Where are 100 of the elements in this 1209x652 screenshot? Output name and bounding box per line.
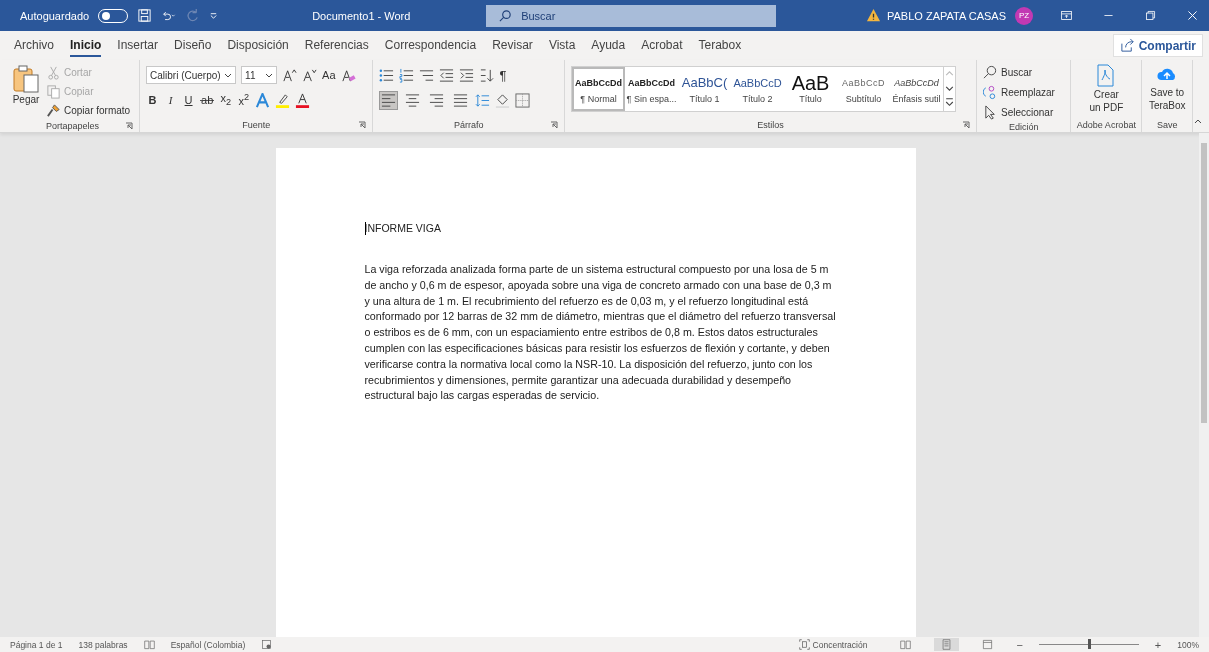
menu-tab[interactable]: Ayuda (591, 34, 626, 57)
save-to-terabox-button[interactable]: Save to TeraBox (1148, 64, 1186, 112)
editing-button[interactable]: Seleccionar (983, 104, 1054, 121)
align-justify-icon (453, 92, 469, 108)
word-count[interactable]: 138 palabras (78, 639, 128, 650)
clipboard-icon (12, 64, 40, 94)
style-option[interactable]: AaBbCcDd ¶ Normal (572, 67, 626, 111)
sort-icon[interactable] (479, 67, 495, 83)
style-option[interactable]: AaBbCcD Título 2 (731, 67, 785, 111)
language-label[interactable]: Español (Colombia) (170, 639, 246, 650)
style-option[interactable]: AaBbCcDd ¶ Sin espa... (625, 67, 679, 111)
dialog-launcher-icon[interactable] (125, 121, 134, 130)
clipboard-button[interactable]: Copiar formato (46, 102, 131, 119)
menu-tab[interactable]: Disposición (227, 34, 289, 57)
dialog-launcher-icon[interactable] (962, 121, 970, 129)
decrease-indent-icon[interactable] (439, 67, 455, 83)
menu-tab[interactable]: Inicio (70, 34, 102, 57)
vertical-scrollbar[interactable] (1199, 133, 1209, 637)
align-button[interactable] (379, 90, 399, 110)
menu-tab[interactable]: Acrobat (641, 34, 683, 57)
format-button[interactable]: B (146, 94, 160, 106)
align-right-icon (429, 92, 445, 108)
format-button[interactable]: x$_{2}$ (219, 92, 233, 108)
shrink-font-icon[interactable] (302, 67, 318, 83)
shading-icon[interactable] (495, 92, 511, 108)
user-avatar[interactable]: PZ (1015, 6, 1033, 25)
grow-font-icon[interactable] (282, 67, 298, 83)
menu-tab[interactable]: Archivo (14, 34, 54, 57)
create-pdf-button[interactable]: Crear un PDF (1089, 64, 1124, 114)
more-styles-icon[interactable] (944, 95, 956, 109)
menu-tab[interactable]: Insertar (117, 34, 159, 57)
menu-tab[interactable]: Diseño (174, 34, 212, 57)
paste-button[interactable]: Pegar (12, 64, 40, 105)
change-case-button[interactable]: Aa (322, 69, 336, 81)
zoom-out-button[interactable]: − (1016, 638, 1023, 651)
menu-tab[interactable]: Revisar (492, 34, 533, 57)
format-button[interactable]: x$^{2}$ (237, 92, 251, 108)
zoom-slider[interactable] (1087, 639, 1091, 649)
dialog-launcher-icon[interactable] (358, 121, 367, 129)
menu-tab[interactable]: Vista (548, 34, 576, 57)
search-field[interactable]: Buscar (486, 4, 777, 27)
editing-button[interactable]: Buscar (983, 64, 1033, 81)
align-left-icon (381, 92, 397, 108)
user-name[interactable]: PABLO ZAPATA CASAS (887, 9, 1006, 22)
menu-tab[interactable]: Terabox (698, 34, 742, 57)
focus-button[interactable]: Concentración (798, 639, 868, 650)
menu-tab[interactable]: Referencias (304, 34, 369, 57)
share-icon (1119, 38, 1135, 53)
share-button[interactable]: Compartir (1112, 34, 1203, 57)
style-option[interactable]: AaBbCcDd Énfasis sutil (890, 67, 944, 111)
font-color-icon[interactable] (295, 92, 311, 108)
book-icon[interactable] (143, 639, 155, 650)
restore-icon[interactable] (1144, 9, 1157, 22)
document-paragraph: La viga reforzada analizada forma parte de un sistema estructural compuesto por una losa de 5 m de ancho y 0,6 m de espesor, apoyada sobre una viga de concreto armado con una base de 0,3 m y una altura de 1 m. El recubrimiento del refuerzo es de 0,03 m, y el refuerzo longitudinal está conformado por 12 barras de 32 mm de diámetro, mientras que el diámetro del refuerzo transversal o estribos es de 6 mm, con un espaciamiento entre estribos de 0,8 m. Estos datos estructurales cumplen con las especificaciones básicas para resistir los esfuerzos de flexión y cortante, y deben verificarse contra la normativa local como la NSR-10. La disposición del refuerzo, junto con los recubrimientos y dimensiones, permite garantizar una adecuada durabilidad y desempeño estructural bajo las cargas esperadas de servicio. (364, 262, 837, 404)
zoom-percent[interactable]: 100% (1177, 639, 1199, 650)
bullets-icon[interactable] (379, 67, 395, 83)
text-effects-icon[interactable] (255, 92, 271, 108)
editing-button[interactable]: Reemplazar (983, 84, 1055, 101)
page-icon (941, 639, 953, 650)
accessibility-icon[interactable] (261, 639, 273, 650)
show-marks-button[interactable]: ¶ (499, 67, 507, 83)
menu-tab[interactable]: Correspondencia (384, 34, 477, 57)
view-button[interactable] (934, 638, 960, 651)
style-option[interactable]: AaB Título (784, 67, 838, 111)
search-icon (498, 8, 514, 24)
customize-caret-icon[interactable] (209, 11, 219, 20)
format-button[interactable]: U (182, 94, 196, 106)
close-icon[interactable] (1186, 9, 1199, 22)
search-icon (983, 65, 998, 80)
clear-format-icon[interactable] (340, 67, 356, 83)
format-button[interactable]: I (164, 94, 178, 106)
group-label: Save (1156, 120, 1178, 130)
book-icon (900, 639, 912, 650)
cursor-icon (983, 105, 998, 120)
autosave-label: Autoguardado (20, 9, 90, 22)
numbering-icon[interactable] (399, 67, 415, 83)
web-page-icon (982, 639, 994, 650)
style-option[interactable]: AaBbC( Título 1 (678, 67, 732, 111)
ribbon-display-icon[interactable] (1060, 9, 1073, 22)
align-center-icon (405, 92, 421, 108)
line-spacing-icon[interactable] (475, 92, 491, 108)
multilevel-list-icon[interactable] (419, 67, 435, 83)
copy-icon (46, 84, 61, 99)
increase-indent-icon[interactable] (459, 67, 475, 83)
page-count[interactable]: Página 1 de 1 (10, 639, 63, 650)
dialog-launcher-icon[interactable] (550, 121, 559, 129)
highlighter-icon[interactable] (275, 92, 291, 108)
window-title: Documento1 - Word (312, 9, 412, 22)
font-size-field[interactable]: 11 (241, 66, 278, 84)
group-label: Portapapeles (46, 120, 100, 131)
group-label: Párrafo (453, 120, 484, 130)
zoom-in-button[interactable]: + (1154, 638, 1162, 651)
style-option[interactable]: AaBbCcD Subtítulo (837, 67, 891, 111)
paintbrush-icon (46, 103, 61, 118)
focus-icon (798, 639, 810, 650)
save-icon[interactable] (137, 8, 153, 23)
caret-icon (265, 71, 274, 79)
font-name-field[interactable]: Calibri (Cuerpo) (146, 66, 237, 84)
group-label: Fuente (242, 120, 271, 130)
group-label: Adobe Acrobat (1076, 120, 1136, 130)
